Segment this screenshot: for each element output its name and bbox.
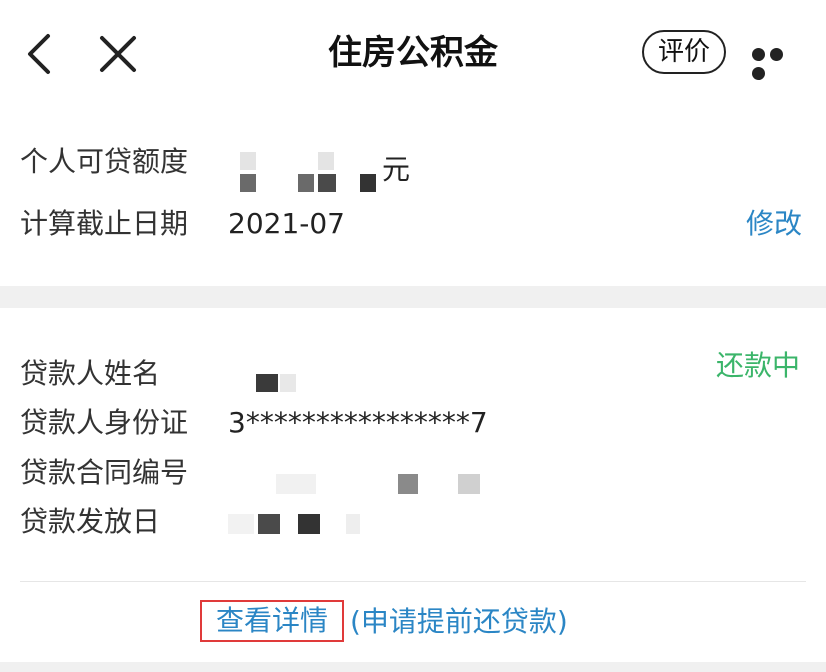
edit-link[interactable]: 修改 bbox=[746, 204, 802, 244]
loan-status-badge: 还款中 bbox=[716, 349, 801, 382]
bottom-divider bbox=[0, 662, 826, 672]
issue-date-label: 贷款发放日 bbox=[20, 505, 161, 538]
loan-quota-unit: 元 bbox=[382, 153, 411, 186]
contract-number-redacted bbox=[276, 474, 486, 496]
borrower-id-value: 3****************7 bbox=[228, 406, 488, 439]
loan-quota-label: 个人可贷额度 bbox=[20, 145, 189, 178]
issue-date-redacted bbox=[228, 512, 368, 536]
borrower-name-redacted bbox=[256, 374, 300, 394]
calc-date-label: 计算截止日期 bbox=[20, 207, 189, 240]
apply-prepay-link[interactable]: (申请提前还贷款) bbox=[350, 603, 568, 641]
rate-button[interactable]: 评价 bbox=[642, 30, 726, 74]
view-details-link[interactable]: 查看详情 bbox=[200, 600, 345, 642]
borrower-id-label: 贷款人身份证 bbox=[20, 406, 189, 439]
header-bar: 住房公积金 评价 bbox=[0, 0, 826, 110]
contract-number-label: 贷款合同编号 bbox=[20, 456, 189, 489]
borrower-name-label: 贷款人姓名 bbox=[20, 357, 161, 390]
loan-quota-value-redacted bbox=[230, 150, 380, 194]
more-horizontal-icon[interactable] bbox=[752, 46, 804, 80]
actions-divider bbox=[20, 581, 806, 582]
section-divider bbox=[0, 286, 826, 308]
calc-date-value: 2021-07 bbox=[228, 207, 345, 240]
